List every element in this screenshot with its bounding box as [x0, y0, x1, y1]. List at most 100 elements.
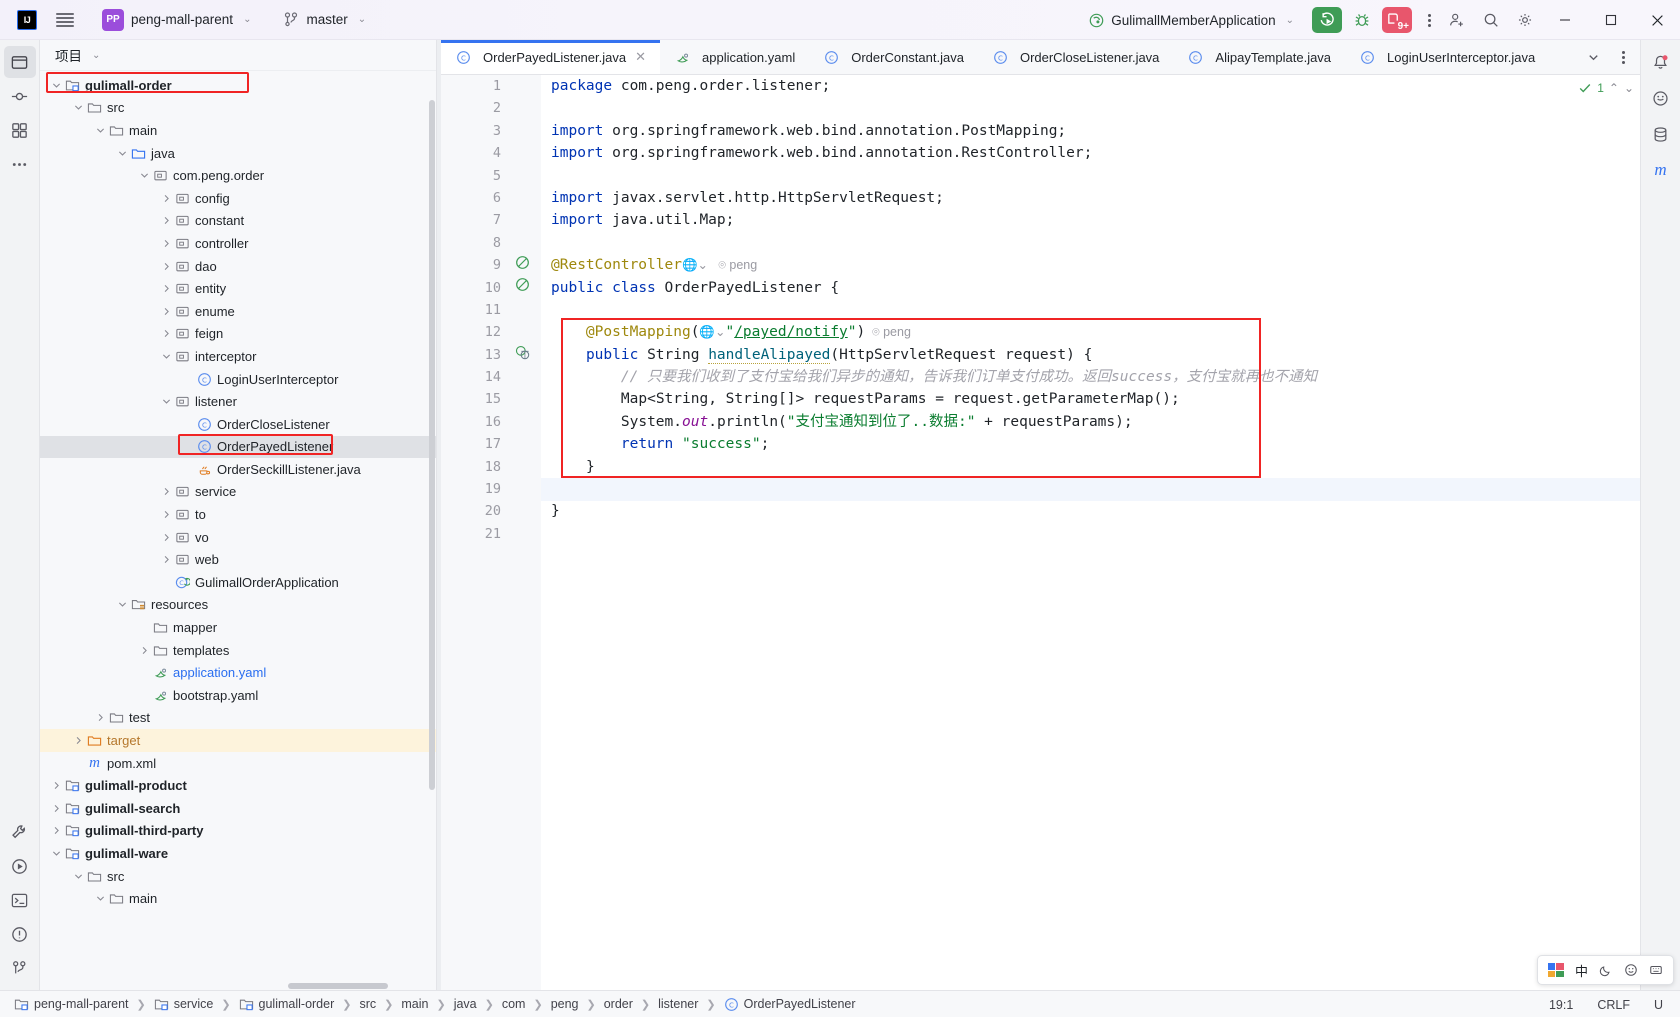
code-content[interactable]: package com.peng.order.listener; import o… [541, 75, 1640, 990]
web-mapping-gutter-icon[interactable] [515, 345, 530, 360]
ai-assistant-icon[interactable] [1645, 82, 1677, 114]
ime-language-indicator[interactable]: 中 [1575, 961, 1588, 980]
tree-vertical-scrollbar[interactable] [429, 100, 436, 790]
structure-tool-icon[interactable] [4, 114, 36, 146]
chevron-right-icon[interactable] [158, 533, 174, 542]
chevron-right-icon[interactable] [158, 555, 174, 564]
tree-node-application-yaml[interactable]: application.yaml [40, 661, 436, 684]
chevron-right-icon[interactable] [158, 307, 174, 316]
database-icon[interactable] [1645, 118, 1677, 150]
editor-tab-orderconstant-java[interactable]: C OrderConstant.java [809, 40, 978, 74]
chevron-right-icon[interactable] [48, 804, 64, 813]
code-line[interactable]: import org.springframework.web.bind.anno… [551, 120, 1640, 142]
chevron-down-icon[interactable] [48, 849, 64, 858]
tree-node-feign[interactable]: feign [40, 323, 436, 346]
editor-tab-orderpayedlistener-java[interactable]: C OrderPayedListener.java ✕ [441, 40, 660, 74]
code-editor[interactable]: 1 2 3 4 5 6 7 8 9 10 11 12 13 14 15 16 17 18 19 20 21 packag… [441, 75, 1640, 990]
breadcrumb-item[interactable]: java [450, 995, 481, 1013]
commit-tool-icon[interactable] [4, 80, 36, 112]
tree-node-gulimallorderapplication[interactable]: C GulimallOrderApplication [40, 571, 436, 594]
run-button[interactable] [1312, 7, 1342, 33]
run-tool-icon[interactable] [4, 850, 36, 882]
terminal-tool-icon[interactable] [4, 884, 36, 916]
chevron-down-icon[interactable] [136, 171, 152, 180]
code-line[interactable]: } [551, 456, 1640, 478]
code-line[interactable] [551, 299, 1640, 321]
chevron-down-icon[interactable] [70, 103, 86, 112]
code-line[interactable]: @RestController🌐⌄ ⌾ peng [551, 254, 1640, 276]
tree-node-listener[interactable]: listener [40, 390, 436, 413]
inspection-widget[interactable]: 1 ⌃ ⌄ [1578, 81, 1634, 95]
chevron-down-icon[interactable]: ⌄ [1624, 81, 1634, 95]
tree-node-orderseckilllistener-java[interactable]: OrderSeckillListener.java [40, 458, 436, 481]
tree-node-com-peng-order[interactable]: com.peng.order [40, 164, 436, 187]
chevron-right-icon[interactable] [158, 284, 174, 293]
tree-node-constant[interactable]: constant [40, 210, 436, 233]
chevron-right-icon[interactable] [158, 262, 174, 271]
chevron-down-icon[interactable] [48, 81, 64, 90]
line-separator[interactable]: CRLF [1592, 996, 1635, 1014]
chevron-right-icon[interactable] [158, 194, 174, 203]
tree-node-entity[interactable]: entity [40, 277, 436, 300]
ime-toolbar[interactable]: 中 [1536, 955, 1674, 985]
chevron-down-icon[interactable] [158, 352, 174, 361]
tree-node-resources[interactable]: resources [40, 594, 436, 617]
code-line[interactable]: public String handleAlipayed(HttpServlet… [551, 344, 1640, 366]
breadcrumb-item[interactable]: src [355, 995, 380, 1013]
tree-node-to[interactable]: to [40, 503, 436, 526]
code-line[interactable]: public class OrderPayedListener { [551, 277, 1640, 299]
tree-node-target[interactable]: target [40, 729, 436, 752]
breadcrumb-item[interactable]: listener [654, 995, 702, 1013]
close-button[interactable] [1634, 0, 1680, 40]
chevron-right-icon[interactable] [92, 713, 108, 722]
gear-icon[interactable] [1508, 3, 1542, 37]
tree-node-ordercloselistener[interactable]: C OrderCloseListener [40, 413, 436, 436]
code-line[interactable]: System.out.println("支付宝通知到位了..数据:" + req… [551, 411, 1640, 433]
tree-node-service[interactable]: service [40, 481, 436, 504]
tree-horizontal-scrollbar[interactable] [40, 981, 437, 990]
chevron-down-icon[interactable] [114, 600, 130, 609]
chevron-right-icon[interactable] [158, 329, 174, 338]
breadcrumb[interactable]: peng-mall-parent ❯ service ❯ gulimall-order ❯… [0, 995, 860, 1014]
breadcrumb-item[interactable]: gulimall-order [235, 995, 339, 1014]
chevron-right-icon[interactable] [158, 216, 174, 225]
editor-tab-bar[interactable]: C OrderPayedListener.java ✕ application.yam… [441, 40, 1640, 75]
tree-node-gulimall-third-party[interactable]: gulimall-third-party [40, 820, 436, 843]
chevron-down-icon[interactable] [114, 149, 130, 158]
breadcrumb-item[interactable]: C OrderPayedListener [720, 995, 860, 1014]
encoding[interactable]: U [1649, 996, 1668, 1014]
debug-button[interactable] [1348, 7, 1376, 33]
tree-node-dao[interactable]: dao [40, 255, 436, 278]
more-vertical-icon[interactable] [1418, 7, 1440, 33]
code-line[interactable]: import javax.servlet.http.HttpServletReq… [551, 187, 1640, 209]
tree-node-java[interactable]: java [40, 142, 436, 165]
tree-node-orderpayedlistener[interactable]: C OrderPayedListener [40, 435, 436, 459]
chevron-right-icon[interactable] [136, 646, 152, 655]
chevron-right-icon[interactable] [158, 510, 174, 519]
spring-bean-gutter-icon[interactable] [515, 277, 530, 292]
chevron-down-icon[interactable] [92, 126, 108, 135]
tree-node-web[interactable]: web [40, 548, 436, 571]
tree-node-vo[interactable]: vo [40, 526, 436, 549]
tree-node-main[interactable]: main [40, 887, 436, 910]
tree-node-controller[interactable]: controller [40, 232, 436, 255]
tree-node-loginuserinterceptor[interactable]: C LoginUserInterceptor [40, 368, 436, 391]
chevron-right-icon[interactable] [158, 487, 174, 496]
code-line[interactable] [551, 523, 1640, 545]
minimize-button[interactable] [1542, 0, 1588, 40]
chevron-down-icon[interactable] [92, 894, 108, 903]
breadcrumb-item[interactable]: main [397, 995, 432, 1013]
close-icon[interactable]: ✕ [635, 49, 646, 65]
project-panel-header[interactable]: 项目 ⌄ [40, 40, 436, 71]
code-line[interactable] [551, 232, 1640, 254]
git-tool-icon[interactable] [4, 952, 36, 984]
code-line[interactable]: // 只要我们收到了支付宝给我们异步的通知，告诉我们订单支付成功。返回succe… [551, 366, 1640, 388]
moon-icon[interactable] [1599, 963, 1613, 977]
hamburger-menu-icon[interactable] [56, 12, 74, 27]
code-line[interactable]: @PostMapping(🌐⌄"/payed/notify") ⌾ peng [551, 321, 1640, 343]
tree-node-gulimall-search[interactable]: gulimall-search [40, 797, 436, 820]
gutter-icon-column[interactable] [507, 75, 541, 990]
more-tool-icon[interactable] [4, 148, 36, 180]
project-tree[interactable]: gulimall-order src main java com.peng.order c… [40, 71, 436, 990]
tree-node-templates[interactable]: templates [40, 639, 436, 662]
